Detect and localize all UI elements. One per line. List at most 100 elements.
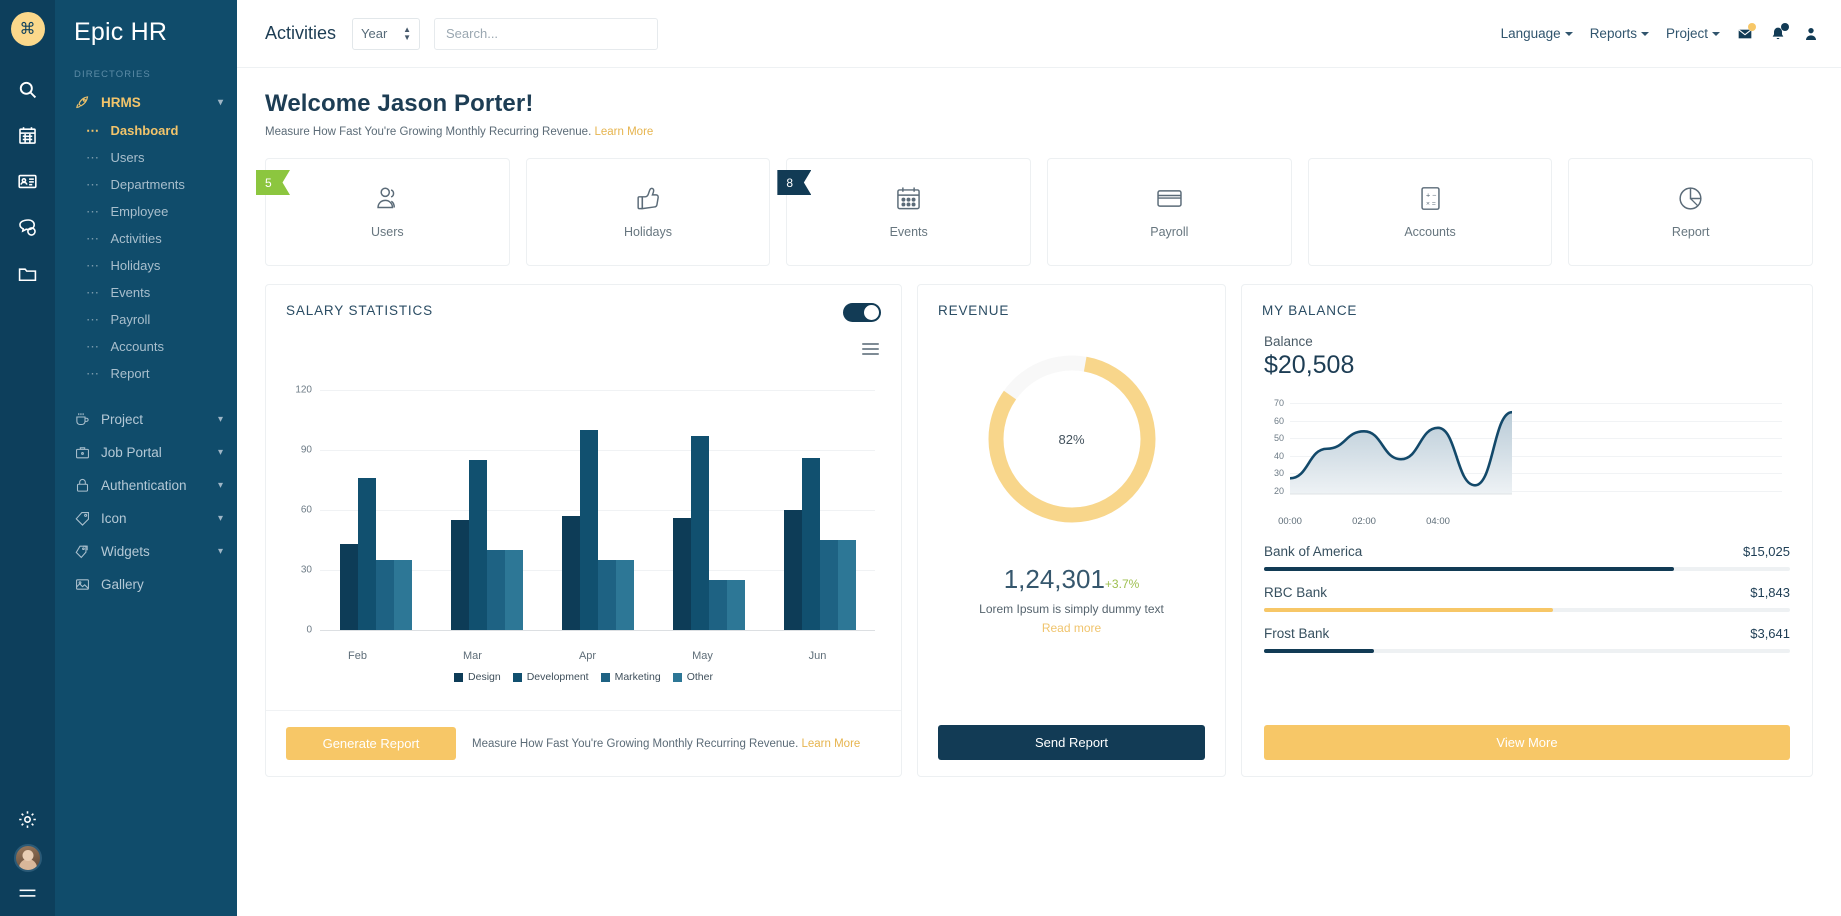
year-select[interactable]: Year ▲ ▼ bbox=[352, 17, 421, 50]
avatar[interactable] bbox=[13, 844, 42, 872]
bar-development-apr[interactable] bbox=[579, 430, 598, 630]
legend-item-design[interactable]: Design bbox=[454, 671, 501, 683]
calendar-icon[interactable] bbox=[7, 114, 49, 156]
sidebar-item-hrms[interactable]: HRMS ▾ bbox=[55, 88, 237, 117]
stat-card-users[interactable]: 5 Users bbox=[256, 158, 510, 266]
bar-axis-line bbox=[320, 630, 875, 631]
bar-marketing-feb[interactable] bbox=[375, 560, 394, 630]
sidebar-item-dashboard[interactable]: ⋯ Dashboard bbox=[55, 117, 237, 144]
sidebar-item-dashboard-label: Dashboard bbox=[110, 123, 179, 138]
bar-other-apr[interactable] bbox=[615, 560, 634, 630]
stat-card-accounts[interactable]: + − × = Accounts bbox=[1307, 158, 1553, 266]
bar-marketing-apr[interactable] bbox=[597, 560, 616, 630]
sidebar-item-activities[interactable]: ⋯ Activities bbox=[55, 225, 237, 252]
legend-item-other[interactable]: Other bbox=[672, 671, 713, 683]
legend-item-marketing[interactable]: Marketing bbox=[600, 671, 661, 683]
sidebar-item-job-portal[interactable]: Job Portal ▾ bbox=[55, 436, 237, 469]
sidebar-item-authentication[interactable]: Authentication ▾ bbox=[55, 469, 237, 502]
stat-card-events[interactable]: 8 Events bbox=[777, 158, 1032, 266]
sidebar-sublist: ⋯ Dashboard ⋯ Users ⋯ Departments ⋯ Employee… bbox=[55, 117, 237, 387]
nav-project[interactable]: Project bbox=[1666, 26, 1720, 41]
mail-icon[interactable] bbox=[1737, 22, 1756, 42]
sidebar-item-departments[interactable]: ⋯ Departments bbox=[55, 171, 237, 198]
sidebar-item-holidays[interactable]: ⋯ Holidays bbox=[55, 252, 237, 279]
card-icon bbox=[1156, 185, 1183, 217]
folder-icon[interactable] bbox=[7, 252, 49, 294]
stat-card-report[interactable]: Report bbox=[1568, 158, 1814, 266]
bank-row-frost-bank[interactable]: Frost Bank $3,641 bbox=[1242, 626, 1812, 653]
salary-bar-chart: 120 90 60 30 0 bbox=[286, 344, 881, 644]
welcome-subtitle-text: Measure How Fast You're Growing Monthly … bbox=[265, 126, 592, 138]
sidebar-item-events-label: Events bbox=[110, 285, 151, 300]
bar-marketing-mar[interactable] bbox=[486, 550, 505, 630]
search-icon[interactable] bbox=[7, 68, 49, 110]
bar-other-may[interactable] bbox=[726, 580, 745, 630]
bar-marketing-may[interactable] bbox=[708, 580, 727, 630]
salary-footer-note-text: Measure How Fast You're Growing Monthly … bbox=[472, 737, 799, 750]
svg-text:=: = bbox=[1431, 200, 1435, 207]
salary-x-labels: Feb Mar Apr May Jun bbox=[300, 650, 875, 662]
stat-card-payroll[interactable]: Payroll bbox=[1047, 158, 1292, 266]
chevron-down-icon: ▾ bbox=[217, 414, 223, 425]
revenue-amount-row: 1,24,301+3.7% bbox=[918, 564, 1225, 595]
bar-design-may[interactable] bbox=[672, 518, 691, 630]
bar-design-apr[interactable] bbox=[561, 516, 580, 630]
stat-card-holidays[interactable]: Holidays bbox=[525, 158, 771, 266]
bar-development-mar[interactable] bbox=[468, 460, 487, 630]
learn-more-link[interactable]: Learn More bbox=[594, 126, 653, 138]
content: Welcome Jason Porter! Measure How Fast Y… bbox=[237, 68, 1841, 916]
sidebar-item-accounts[interactable]: ⋯ Accounts bbox=[55, 333, 237, 360]
balance-panel-footer: View More bbox=[1242, 709, 1812, 776]
legend-item-development[interactable]: Development bbox=[512, 671, 589, 683]
bar-other-mar[interactable] bbox=[504, 550, 523, 630]
brand-title: Epic HR bbox=[74, 18, 168, 46]
id-card-icon[interactable] bbox=[7, 160, 49, 202]
nav-reports[interactable]: Reports bbox=[1590, 26, 1649, 41]
sidebar-item-hrms-label: HRMS bbox=[101, 95, 141, 110]
sidebar-item-accounts-label: Accounts bbox=[110, 339, 164, 354]
bar-design-feb[interactable] bbox=[339, 544, 358, 630]
generate-report-button[interactable]: Generate Report bbox=[286, 727, 456, 760]
sidebar-item-employee[interactable]: ⋯ Employee bbox=[55, 198, 237, 225]
stat-label-report: Report bbox=[1671, 225, 1710, 239]
revenue-numbers: 1,24,301+3.7% Lorem Ipsum is simply dumm… bbox=[918, 564, 1225, 635]
bar-other-jun[interactable] bbox=[837, 540, 856, 630]
mail-badge bbox=[1748, 22, 1756, 31]
sidebar: Epic HR DIRECTORIES HRMS ▾ ⋯ Dashboard ⋯ U… bbox=[55, 0, 237, 916]
sidebar-item-events[interactable]: ⋯ Events bbox=[55, 279, 237, 306]
salary-footer-link[interactable]: Learn More bbox=[801, 738, 860, 750]
bar-x-tick: Apr bbox=[578, 650, 597, 662]
bar-design-jun[interactable] bbox=[783, 510, 802, 630]
bank-row-bank-of-america[interactable]: Bank of America $15,025 bbox=[1242, 544, 1812, 571]
sidebar-item-payroll[interactable]: ⋯ Payroll bbox=[55, 306, 237, 333]
chat-icon[interactable] bbox=[7, 206, 49, 248]
user-icon[interactable] bbox=[1803, 26, 1819, 42]
nav-language[interactable]: Language bbox=[1501, 26, 1573, 41]
send-report-button[interactable]: Send Report bbox=[938, 725, 1205, 760]
bell-icon[interactable] bbox=[1770, 22, 1789, 42]
sidebar-item-report-label: Report bbox=[110, 366, 150, 381]
sidebar-item-users[interactable]: ⋯ Users bbox=[55, 144, 237, 171]
view-more-button[interactable]: View More bbox=[1264, 725, 1790, 760]
gear-icon[interactable] bbox=[7, 798, 49, 840]
sidebar-item-report[interactable]: ⋯ Report bbox=[55, 360, 237, 387]
bar-marketing-jun[interactable] bbox=[819, 540, 838, 630]
bar-development-feb[interactable] bbox=[357, 478, 376, 630]
sidebar-item-icon[interactable]: Icon ▾ bbox=[55, 502, 237, 535]
bar-other-feb[interactable] bbox=[393, 560, 412, 630]
sidebar-item-project[interactable]: Project ▾ bbox=[55, 403, 237, 436]
sidebar-item-project-label: Project bbox=[101, 412, 144, 427]
sidebar-item-gallery[interactable]: Gallery bbox=[55, 568, 237, 601]
menu-icon[interactable] bbox=[7, 882, 49, 904]
revenue-read-more-link[interactable]: Read more bbox=[918, 621, 1225, 635]
svg-text:×: × bbox=[1426, 200, 1430, 207]
bar-development-jun[interactable] bbox=[801, 458, 820, 630]
search-input[interactable]: Search... bbox=[434, 17, 659, 50]
bullet-dots-icon: ⋯ bbox=[86, 339, 100, 354]
bar-design-mar[interactable] bbox=[450, 520, 469, 630]
sidebar-item-widgets[interactable]: Widgets ▾ bbox=[55, 535, 237, 568]
salary-toggle[interactable] bbox=[843, 303, 881, 322]
bar-development-may[interactable] bbox=[690, 436, 709, 630]
bank-row-rbc-bank[interactable]: RBC Bank $1,843 bbox=[1242, 585, 1812, 612]
command-icon[interactable]: ⌘ bbox=[10, 12, 45, 46]
